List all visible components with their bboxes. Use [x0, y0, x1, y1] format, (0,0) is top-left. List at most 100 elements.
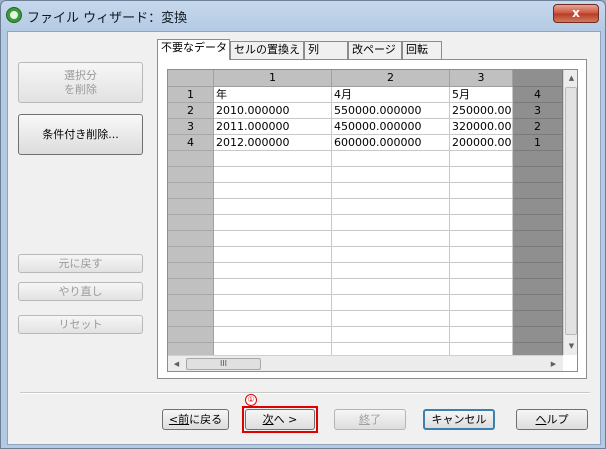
grid-cell[interactable]: [332, 167, 450, 183]
ghost-cell[interactable]: [513, 247, 563, 263]
grid-corner-header[interactable]: [168, 70, 214, 87]
grid-cell[interactable]: [450, 311, 513, 327]
grid-cell[interactable]: 200000.000: [450, 135, 513, 151]
tab-unneeded-data[interactable]: 不要なデータ: [157, 39, 230, 60]
row-header[interactable]: [168, 247, 214, 263]
column-header[interactable]: 2: [332, 70, 450, 87]
row-header[interactable]: [168, 151, 214, 167]
grid-cell[interactable]: [332, 295, 450, 311]
delete-selection-button[interactable]: 選択分 を削除: [18, 62, 143, 103]
grid-cell[interactable]: [214, 231, 332, 247]
back-button[interactable]: <前に戻る: [162, 409, 229, 430]
row-header[interactable]: 4: [168, 135, 214, 151]
grid-cell[interactable]: [332, 231, 450, 247]
column-header-ghost[interactable]: [513, 70, 563, 87]
title-bar[interactable]: ファイル ウィザード：変換 x: [1, 1, 605, 29]
column-header[interactable]: 3: [450, 70, 513, 87]
grid-cell[interactable]: [450, 199, 513, 215]
grid-cell[interactable]: [450, 279, 513, 295]
row-header[interactable]: [168, 231, 214, 247]
grid-cell[interactable]: [332, 199, 450, 215]
grid-cell[interactable]: 年: [214, 87, 332, 103]
grid-cell[interactable]: 2012.000000: [214, 135, 332, 151]
ghost-cell[interactable]: [513, 151, 563, 167]
grid-cell[interactable]: 5月: [450, 87, 513, 103]
reset-button[interactable]: リセット: [18, 315, 143, 334]
grid-cell[interactable]: 2011.000000: [214, 119, 332, 135]
grid-cell[interactable]: [450, 295, 513, 311]
grid-cell[interactable]: [450, 247, 513, 263]
horizontal-scrollbar[interactable]: ◀ III ▶: [168, 355, 563, 371]
grid-cell[interactable]: [214, 295, 332, 311]
ghost-cell[interactable]: [513, 215, 563, 231]
grid-cell[interactable]: [214, 215, 332, 231]
grid-cell[interactable]: [332, 151, 450, 167]
grid-cell[interactable]: 4月: [332, 87, 450, 103]
grid-cell[interactable]: [332, 247, 450, 263]
row-header[interactable]: [168, 311, 214, 327]
scroll-left-icon[interactable]: ◀: [169, 356, 184, 371]
row-header[interactable]: 1: [168, 87, 214, 103]
scroll-up-icon[interactable]: ▲: [564, 70, 577, 86]
column-header[interactable]: 1: [214, 70, 332, 87]
grid-cell[interactable]: 2010.000000: [214, 103, 332, 119]
vertical-scrollbar[interactable]: ▲ ▼: [563, 70, 577, 355]
data-grid[interactable]: 1 2 3 1 年 4月 5月 4 2 2010.000000 550000.000000 25000…: [167, 69, 578, 372]
grid-cell[interactable]: [332, 215, 450, 231]
horizontal-scroll-thumb[interactable]: III: [186, 358, 261, 370]
tab-rotate[interactable]: 回転: [402, 41, 442, 59]
grid-cell[interactable]: [214, 263, 332, 279]
ghost-cell[interactable]: [513, 295, 563, 311]
ghost-cell[interactable]: [513, 311, 563, 327]
grid-cell[interactable]: 600000.000000: [332, 135, 450, 151]
grid-cell[interactable]: [214, 247, 332, 263]
grid-cell[interactable]: [332, 263, 450, 279]
tab-columns[interactable]: 列: [304, 41, 348, 59]
grid-cell[interactable]: [332, 327, 450, 343]
help-button[interactable]: ヘルプ: [516, 409, 588, 430]
undo-button[interactable]: 元に戻す: [18, 254, 143, 273]
close-button[interactable]: x: [553, 4, 599, 23]
grid-cell[interactable]: [450, 327, 513, 343]
grid-cell[interactable]: [214, 199, 332, 215]
grid-cell[interactable]: [214, 183, 332, 199]
grid-cell[interactable]: [214, 327, 332, 343]
finish-button[interactable]: 終了: [334, 409, 406, 430]
row-header[interactable]: [168, 199, 214, 215]
cancel-button[interactable]: キャンセル: [423, 409, 495, 430]
scroll-down-icon[interactable]: ▼: [564, 338, 577, 354]
row-header[interactable]: 3: [168, 119, 214, 135]
row-header[interactable]: [168, 279, 214, 295]
grid-cell[interactable]: [214, 311, 332, 327]
ghost-cell[interactable]: [513, 199, 563, 215]
ghost-cell[interactable]: [513, 327, 563, 343]
grid-cell[interactable]: [450, 263, 513, 279]
ghost-cell[interactable]: 2: [513, 119, 563, 135]
grid-cell[interactable]: [214, 279, 332, 295]
grid-cell[interactable]: 250000.000: [450, 103, 513, 119]
ghost-cell[interactable]: [513, 183, 563, 199]
grid-cell[interactable]: [332, 311, 450, 327]
grid-cell[interactable]: 550000.000000: [332, 103, 450, 119]
ghost-cell[interactable]: [513, 279, 563, 295]
ghost-cell[interactable]: [513, 263, 563, 279]
grid-cell[interactable]: [450, 151, 513, 167]
grid-cell[interactable]: [214, 151, 332, 167]
ghost-cell[interactable]: 4: [513, 87, 563, 103]
vertical-scroll-thumb[interactable]: [565, 87, 577, 335]
grid-cell[interactable]: [332, 279, 450, 295]
redo-button[interactable]: やり直し: [18, 282, 143, 301]
scroll-right-icon[interactable]: ▶: [546, 356, 561, 371]
grid-cell[interactable]: [450, 167, 513, 183]
grid-cell[interactable]: [332, 183, 450, 199]
row-header[interactable]: [168, 263, 214, 279]
grid-cell[interactable]: [214, 167, 332, 183]
ghost-cell[interactable]: [513, 231, 563, 247]
grid-cell[interactable]: [450, 231, 513, 247]
grid-cell[interactable]: 450000.000000: [332, 119, 450, 135]
tab-page-break[interactable]: 改ページ: [348, 41, 402, 59]
row-header[interactable]: [168, 215, 214, 231]
row-header[interactable]: [168, 327, 214, 343]
grid-cell[interactable]: [450, 215, 513, 231]
grid-cell[interactable]: 320000.000: [450, 119, 513, 135]
